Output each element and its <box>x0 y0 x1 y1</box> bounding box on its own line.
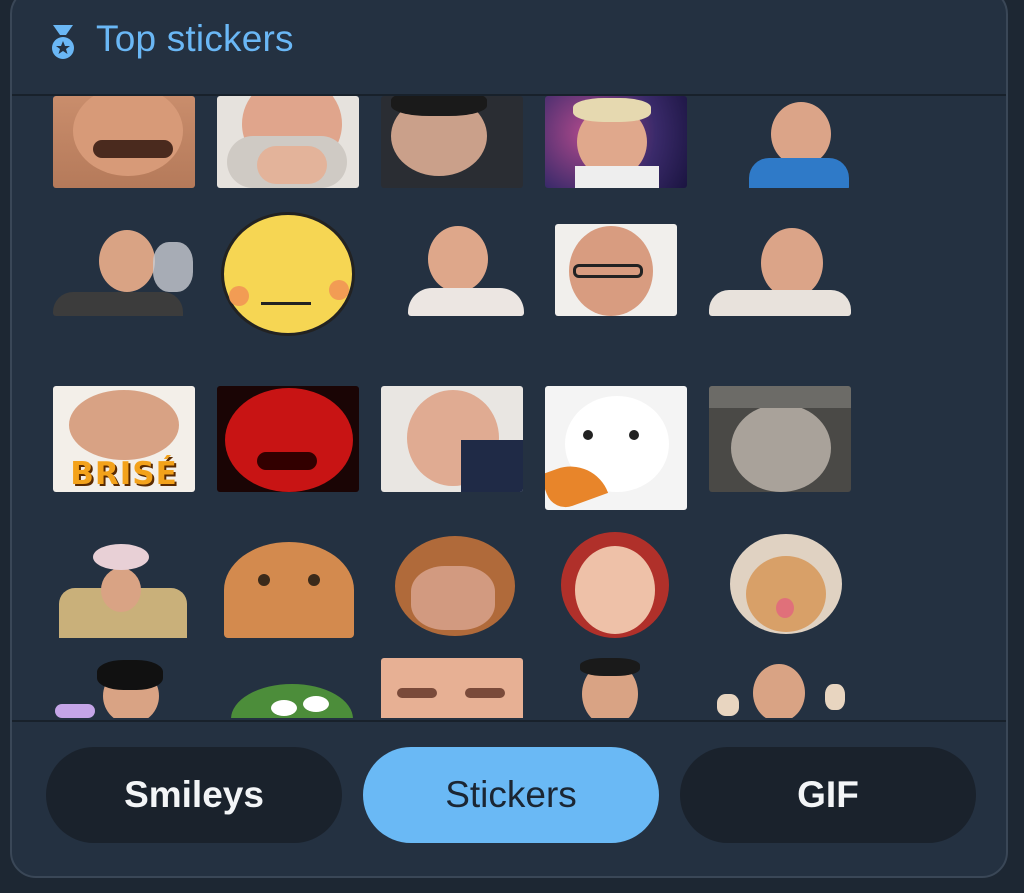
tab-gif[interactable]: GIF <box>680 747 976 843</box>
sticker-item[interactable] <box>53 532 193 638</box>
emoji-sticker-panel: Top stickers BRISÉ Smileys Stickers GIF <box>10 0 1008 878</box>
sticker-item[interactable] <box>53 224 195 316</box>
sticker-item[interactable] <box>217 208 359 336</box>
sticker-item[interactable] <box>217 96 359 188</box>
sticker-item[interactable] <box>555 224 677 316</box>
section-title: Top stickers <box>96 18 294 59</box>
sticker-item[interactable] <box>217 386 359 492</box>
sticker-item[interactable] <box>559 532 671 638</box>
sticker-item[interactable]: BRISÉ <box>53 386 195 492</box>
sticker-item[interactable] <box>545 96 687 188</box>
sticker-grid[interactable]: BRISÉ <box>12 96 1006 718</box>
panel-header: Top stickers <box>12 2 1006 96</box>
sticker-item[interactable] <box>381 96 523 188</box>
sticker-item[interactable] <box>709 224 851 316</box>
sticker-item[interactable] <box>381 386 523 492</box>
sticker-item[interactable] <box>545 386 687 510</box>
sticker-item[interactable] <box>568 658 652 718</box>
sticker-item[interactable] <box>217 676 359 718</box>
sticker-item[interactable] <box>53 96 195 188</box>
tab-smileys[interactable]: Smileys <box>46 747 342 843</box>
sticker-item[interactable] <box>381 658 523 718</box>
sticker-item[interactable] <box>408 224 524 316</box>
sticker-caption: BRISÉ <box>70 456 178 492</box>
sticker-item[interactable] <box>53 658 195 718</box>
sticker-item[interactable] <box>709 658 851 718</box>
sticker-item[interactable] <box>724 532 848 638</box>
medal-icon <box>52 25 74 59</box>
sticker-item[interactable] <box>220 532 358 638</box>
sticker-item[interactable] <box>709 96 851 188</box>
tab-stickers[interactable]: Stickers <box>363 747 659 843</box>
sticker-item[interactable] <box>381 532 523 638</box>
tab-bar: Smileys Stickers GIF <box>12 720 1006 876</box>
sticker-item[interactable] <box>709 386 851 492</box>
